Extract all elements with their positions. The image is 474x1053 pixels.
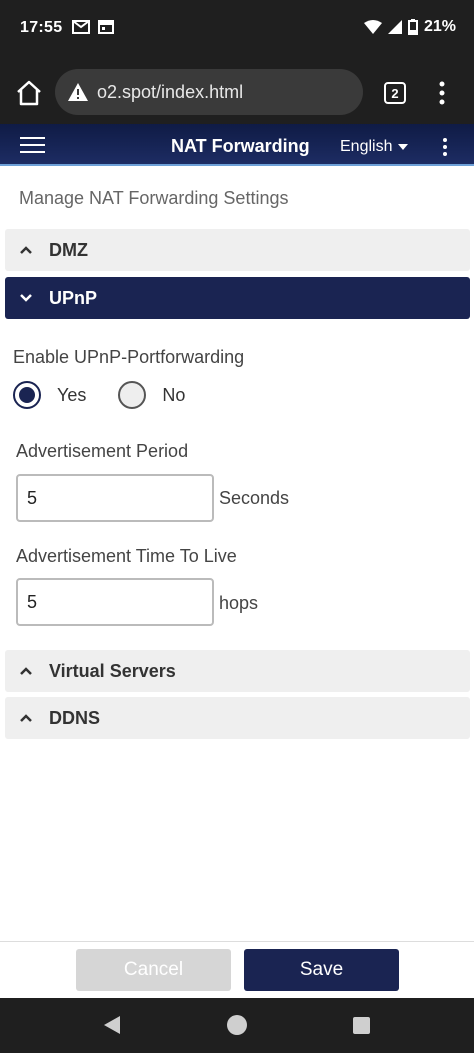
section-ddns-label: DDNS [49,707,101,728]
page-subtitle: Manage NAT Forwarding Settings [19,188,289,208]
cancel-button[interactable]: Cancel [76,949,231,991]
section-virtual-servers[interactable]: Virtual Servers [5,650,470,692]
section-upnp[interactable]: UPnP [5,277,470,319]
ttl-unit: hops [219,593,259,613]
battery-icon [407,19,418,35]
radio-yes-dot [19,387,35,403]
chevron-up-icon [20,667,32,675]
calendar-icon [98,20,114,34]
recent-apps-icon[interactable] [353,1017,370,1034]
battery-percent: 21% [423,18,456,35]
divider [0,941,474,942]
back-icon[interactable] [104,1016,120,1034]
app-header: NAT Forwarding English [0,124,474,166]
status-indicators: 21% [363,18,456,36]
language-label[interactable]: English [340,138,392,156]
system-navigation-bar [0,998,474,1053]
save-button[interactable]: Save [244,949,399,991]
home-circle-icon[interactable] [227,1015,247,1035]
ad-period-unit: Seconds [219,488,290,508]
wifi-icon [363,20,382,34]
radio-yes-label[interactable]: Yes [57,385,86,406]
page-title: NAT Forwarding [171,136,310,156]
home-icon[interactable] [14,78,44,108]
url-text[interactable]: o2.spot/index.html [97,82,243,103]
gmail-icon [72,20,90,34]
cell-signal-icon [387,20,402,34]
radio-no[interactable] [118,381,147,409]
radio-yes[interactable] [13,381,41,409]
section-upnp-label: UPnP [49,287,98,308]
enable-upnp-label: Enable UPnP-Portforwarding [13,347,245,367]
chevron-up-icon [20,714,32,722]
browser-toolbar: o2.spot/index.html 2 [0,62,474,124]
status-bar: 17:55 21% [0,0,474,62]
status-time: 17:55 [20,19,63,36]
enable-upnp-radio-group: Yes No [13,381,217,409]
warning-icon[interactable] [67,81,89,103]
ad-period-label: Advertisement Period [16,441,189,461]
notification-icons [72,20,114,34]
radio-no-label[interactable]: No [162,385,185,406]
section-dmz-label: DMZ [49,239,88,260]
caret-down-icon [398,144,409,150]
browser-menu-icon[interactable] [432,80,452,106]
ad-period-input[interactable]: 5 [16,474,214,522]
chevron-up-icon [20,246,32,254]
language-dropdown[interactable]: English [340,138,409,156]
address-bar[interactable]: o2.spot/index.html [55,69,363,115]
hamburger-menu-icon[interactable] [20,137,45,153]
section-ddns[interactable]: DDNS [5,697,470,739]
section-dmz[interactable]: DMZ [5,229,470,271]
tab-switcher-button[interactable]: 2 [384,82,406,104]
chevron-down-icon [20,294,32,302]
ttl-label: Advertisement Time To Live [16,546,237,566]
more-options-icon[interactable] [441,137,449,157]
section-virtual-servers-label: Virtual Servers [49,660,176,681]
ttl-input[interactable]: 5 [16,578,214,626]
